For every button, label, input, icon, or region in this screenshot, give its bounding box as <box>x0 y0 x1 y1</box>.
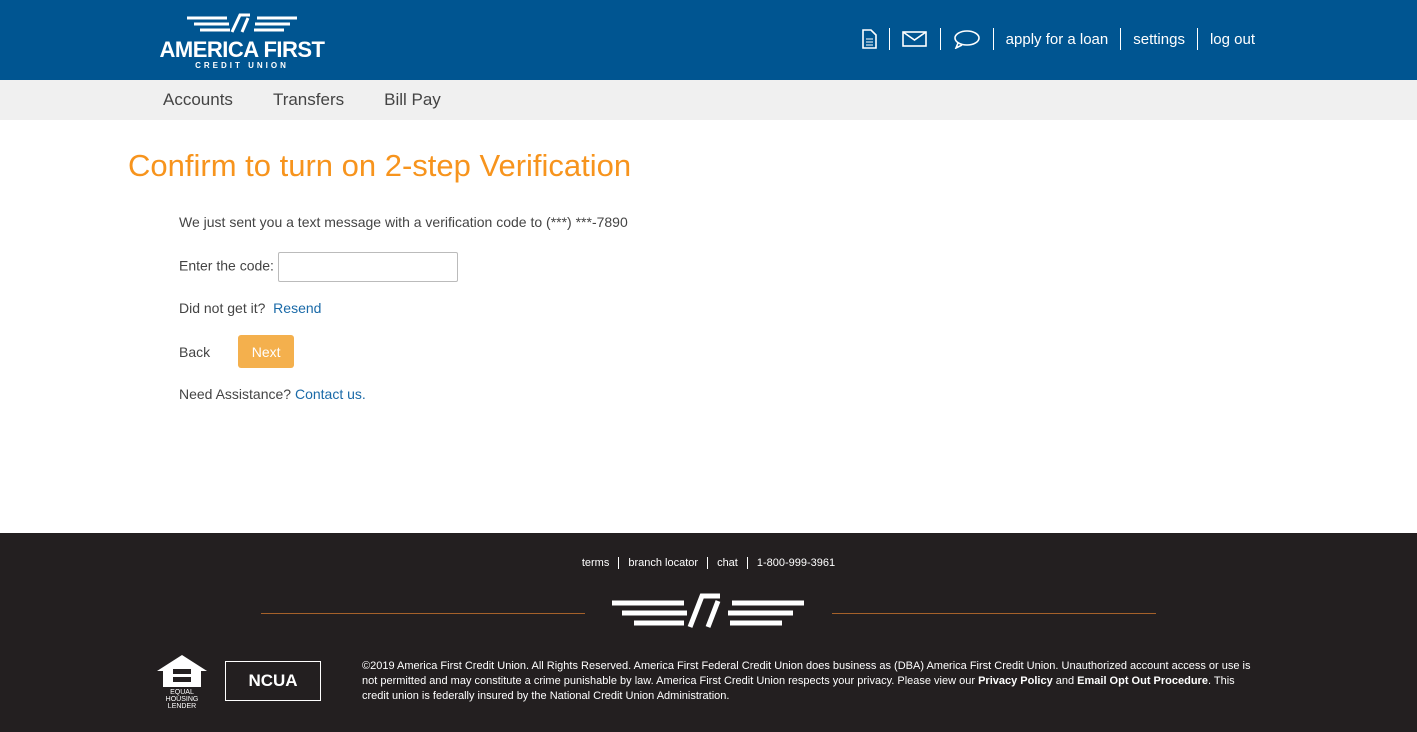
nav-accounts[interactable]: Accounts <box>163 90 233 110</box>
logout-link[interactable]: log out <box>1196 28 1267 50</box>
mail-icon[interactable] <box>888 28 940 50</box>
ncua-logo: NCUA <box>225 661 321 701</box>
assist-text: Need Assistance? <box>179 386 292 402</box>
email-opt-out-link[interactable]: Email Opt Out Procedure <box>1077 675 1208 687</box>
logo[interactable]: AMERICA FIRST CREDIT UNION <box>157 12 327 70</box>
nav-transfers[interactable]: Transfers <box>273 90 344 110</box>
footer-terms[interactable]: terms <box>573 557 619 569</box>
eagle-logo-icon <box>612 593 804 628</box>
chat-icon[interactable] <box>939 28 993 50</box>
documents-icon[interactable] <box>849 28 889 50</box>
code-label: Enter the code: <box>179 257 274 274</box>
footer-phone[interactable]: 1-800-999-3961 <box>746 557 845 569</box>
code-input[interactable] <box>277 252 458 282</box>
page-title: Confirm to turn on 2-step Verification <box>128 148 632 183</box>
resend-link[interactable]: Resend <box>273 300 321 316</box>
header: AMERICA FIRST CREDIT UNION apply for a l… <box>0 0 1417 80</box>
footer-branch-locator[interactable]: branch locator <box>618 557 708 569</box>
next-button[interactable]: Next <box>238 335 295 368</box>
eagle-logo-icon <box>187 13 297 33</box>
divider <box>832 613 1156 614</box>
not-received-text: Did not get it? <box>179 300 266 316</box>
footer-chat[interactable]: chat <box>707 557 747 569</box>
main-nav: Accounts Transfers Bill Pay <box>0 80 1417 120</box>
back-button[interactable]: Back <box>179 344 210 360</box>
sent-message: We just sent you a text message with a v… <box>179 214 628 230</box>
equal-housing-lender-logo: EQUAL HOUSING LENDER <box>155 653 209 710</box>
nav-bill-pay[interactable]: Bill Pay <box>384 90 441 110</box>
contact-link[interactable]: Contact us. <box>295 386 366 402</box>
footer: terms branch locator chat 1-800-999-3961 EQ… <box>0 533 1417 732</box>
settings-link[interactable]: settings <box>1120 28 1197 50</box>
divider <box>261 613 585 614</box>
privacy-policy-link[interactable]: Privacy Policy <box>978 675 1053 687</box>
legal-text: ©2019 America First Credit Union. All Ri… <box>362 660 1251 702</box>
apply-loan-link[interactable]: apply for a loan <box>992 28 1121 50</box>
